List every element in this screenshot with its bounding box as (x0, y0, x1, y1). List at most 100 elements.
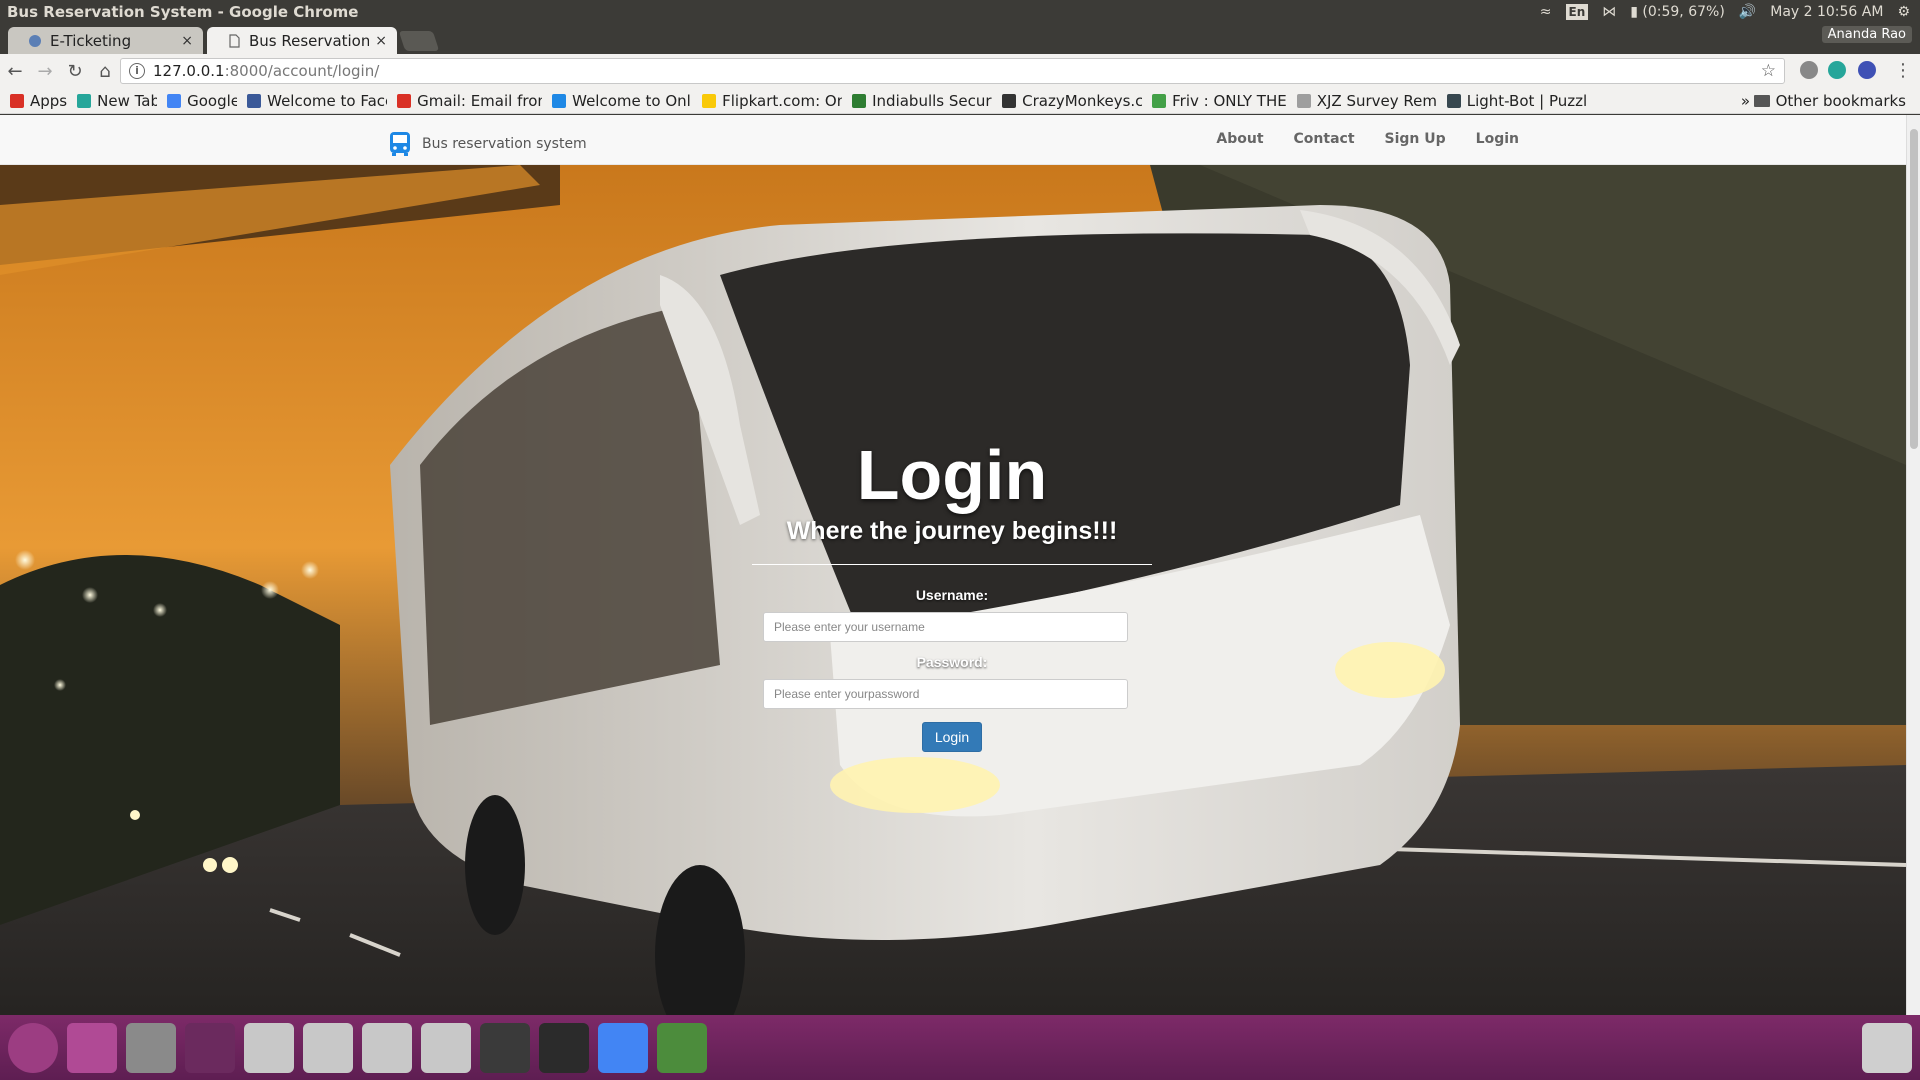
username-label: Username: (915, 587, 989, 603)
login-subheading: Where the journey begins!!! (786, 517, 1118, 545)
wifi-icon[interactable]: ≈ (1540, 4, 1552, 20)
google-icon (167, 93, 182, 108)
bookmark-item[interactable]: XJZ Survey Remo (1296, 91, 1437, 110)
shield-icon (1446, 93, 1461, 108)
trash-icon[interactable] (1862, 1023, 1912, 1073)
scrollbar-thumb[interactable] (1910, 129, 1918, 449)
page-viewport: Bus reservation system About Contact Sig… (0, 115, 1906, 1015)
bookmark-label: CrazyMonkeys.co (1022, 91, 1143, 110)
nav-sign-up[interactable]: Sign Up (1385, 131, 1446, 147)
tab-close-icon[interactable]: × (375, 33, 387, 49)
tab-e-ticketing[interactable]: E-Ticketing × (8, 27, 203, 54)
drive-icon-3[interactable] (362, 1023, 412, 1073)
browser-toolbar: ← → ↻ ⌂ i 127.0.0.1:8000/account/login/ … (0, 54, 1920, 88)
bookmark-item[interactable]: Apps (10, 92, 67, 110)
os-top-bar: Bus Reservation System - Google Chrome ≈… (0, 0, 1920, 24)
flipkart-icon (702, 93, 717, 108)
extension-icon-3[interactable] (1858, 61, 1876, 79)
bookmark-label: Google (187, 91, 238, 110)
settings-gear-icon[interactable]: ⚙ (1897, 4, 1910, 20)
bookmark-item[interactable]: Light-Bot | Puzzl (1446, 92, 1587, 110)
bookmark-item[interactable]: Friv : ONLY THE (1152, 92, 1287, 110)
extension-icon-2[interactable] (1828, 61, 1846, 79)
reload-icon[interactable]: ↻ (60, 61, 90, 82)
nav-about[interactable]: About (1216, 131, 1263, 147)
bookmarks-bar: Apps New Tab Google Welcome to Face Gmail: E… (0, 88, 1920, 114)
ubuntu-dash-icon[interactable] (8, 1023, 58, 1073)
bookmark-label: Apps (30, 91, 68, 110)
brand-text: Bus reservation system (422, 136, 587, 152)
document-icon (229, 33, 240, 48)
bookmark-item[interactable]: Welcome to Face (247, 92, 387, 110)
divider (752, 564, 1152, 565)
drive-icon-4[interactable] (421, 1023, 471, 1073)
drive-icon-2[interactable] (303, 1023, 353, 1073)
page-scrollbar[interactable] (1906, 115, 1920, 1015)
bookmark-item[interactable]: Indiabulls Securi (852, 92, 992, 110)
keyboard-layout-indicator[interactable]: En (1565, 4, 1589, 20)
folder-icon (1753, 95, 1770, 107)
bookmark-item[interactable]: Flipkart.com: On (702, 92, 842, 110)
newtab-icon (77, 93, 92, 108)
password-input[interactable] (763, 679, 1128, 709)
bluetooth-icon[interactable]: ⋈ (1602, 4, 1616, 20)
tab-label: E-Ticketing (50, 31, 132, 50)
window-icon[interactable] (67, 1023, 117, 1073)
bookmark-item[interactable]: New Tab (77, 92, 157, 110)
workspace-switcher-icon[interactable] (185, 1023, 235, 1073)
login-button[interactable]: Login (921, 722, 983, 752)
tab-label: Bus Reservation Sy (249, 31, 370, 50)
drive-icon-1[interactable] (244, 1023, 294, 1073)
bookmark-label: Flipkart.com: On (722, 91, 843, 110)
more-bookmarks-chevron-icon[interactable]: » (1741, 92, 1750, 110)
menu-kebab-icon[interactable]: ⋮ (1888, 60, 1918, 81)
tab-close-icon[interactable]: × (181, 33, 193, 49)
indiabulls-icon (852, 93, 867, 108)
bookmark-label: Welcome to Face (267, 91, 388, 110)
tab-bus-reservation[interactable]: Bus Reservation Sy × (207, 27, 397, 54)
bookmark-item[interactable]: Welcome to Onli (552, 92, 692, 110)
software-updater-icon[interactable] (657, 1023, 707, 1073)
url-path: :8000/account/login/ (224, 62, 380, 80)
bus-icon (390, 132, 410, 156)
password-label: Password: (916, 654, 988, 670)
battery-indicator[interactable]: ▮ (0:59, 67%) (1630, 4, 1725, 20)
bookmark-item[interactable]: Google (167, 92, 237, 110)
archive-icon[interactable] (126, 1023, 176, 1073)
new-tab-button[interactable] (398, 31, 440, 51)
page-favicon-icon (29, 34, 41, 47)
back-arrow-icon[interactable]: ← (0, 61, 30, 82)
page-icon (1296, 93, 1311, 108)
site-navbar: Bus reservation system About Contact Sig… (0, 115, 1906, 165)
bookmark-star-icon[interactable]: ☆ (1761, 61, 1776, 81)
apps-grid-icon (10, 93, 24, 108)
home-icon[interactable]: ⌂ (90, 61, 120, 82)
address-bar[interactable]: i 127.0.0.1:8000/account/login/ ☆ (120, 58, 1785, 84)
volume-icon[interactable]: 🔊 (1739, 4, 1756, 20)
chrome-icon[interactable] (598, 1023, 648, 1073)
url-host: 127.0.0.1 (153, 62, 225, 80)
bookmark-label: New Tab (97, 91, 158, 110)
nav-contact[interactable]: Contact (1294, 131, 1355, 147)
bookmark-label: XJZ Survey Remo (1316, 91, 1437, 110)
gmail-icon (397, 93, 412, 108)
site-brand[interactable]: Bus reservation system (388, 131, 587, 157)
bookmark-label: Friv : ONLY THE (1172, 91, 1287, 110)
site-info-icon[interactable]: i (129, 63, 145, 79)
other-bookmarks-label: Other bookmarks (1775, 92, 1906, 110)
extension-icon-1[interactable] (1800, 61, 1818, 79)
profile-badge[interactable]: Ananda Rao (1821, 26, 1912, 43)
nav-login[interactable]: Login (1476, 131, 1519, 147)
clock[interactable]: May 2 10:56 AM (1770, 4, 1883, 20)
battery-text: (0:59, 67%) (1642, 4, 1725, 20)
launcher-dock (0, 1015, 1920, 1080)
sublime-text-icon[interactable] (480, 1023, 530, 1073)
friv-icon (1152, 93, 1167, 108)
terminal-icon[interactable] (539, 1023, 589, 1073)
forward-arrow-icon[interactable]: → (30, 61, 60, 82)
bookmark-item[interactable]: CrazyMonkeys.co (1002, 92, 1142, 110)
other-bookmarks[interactable]: Other bookmarks (1753, 92, 1906, 110)
username-input[interactable] (763, 612, 1128, 642)
globe-icon (552, 93, 567, 108)
bookmark-item[interactable]: Gmail: Email fron (397, 92, 542, 110)
